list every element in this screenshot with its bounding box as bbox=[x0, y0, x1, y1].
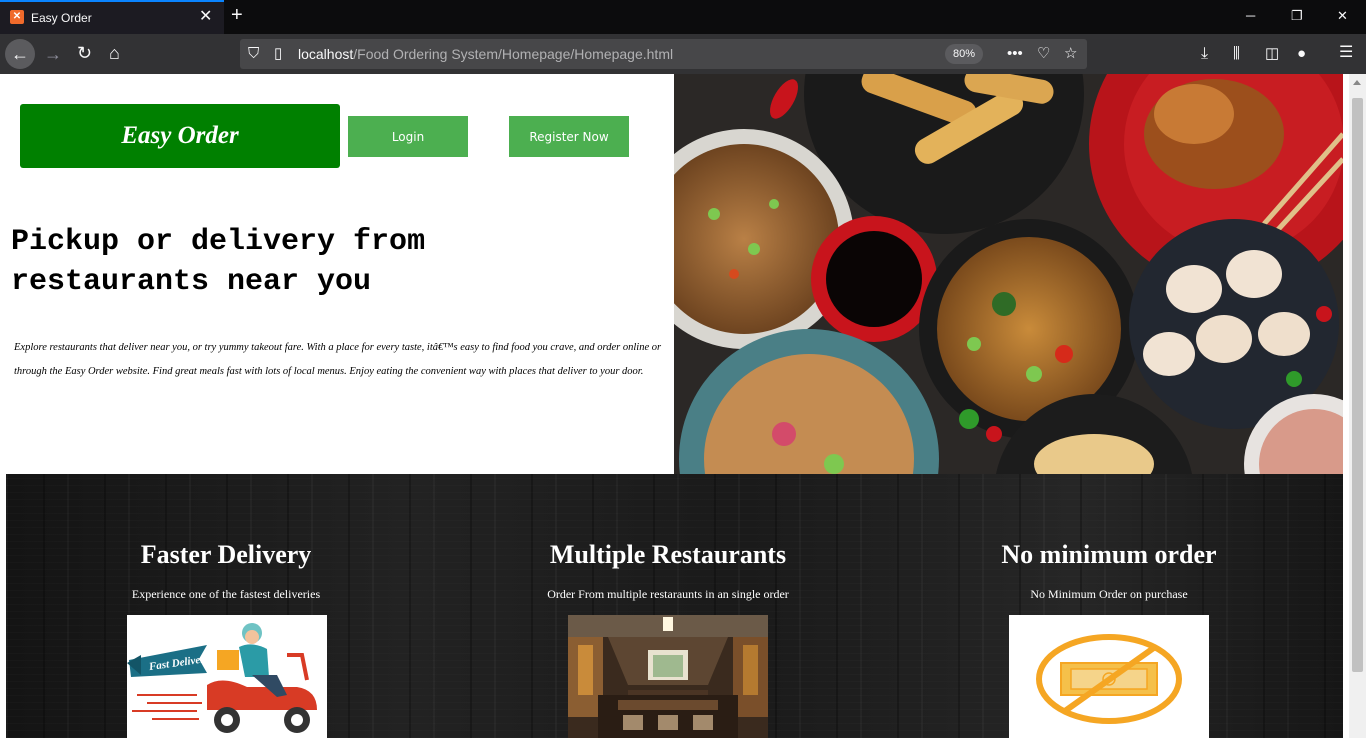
library-icon[interactable]: ⫼ bbox=[1233, 45, 1240, 63]
home-icon[interactable]: ⌂ bbox=[109, 44, 120, 62]
no-minimum-icon bbox=[1009, 615, 1209, 738]
scroll-thumb[interactable] bbox=[1352, 98, 1363, 672]
page-viewport: Easy Order Login Register Now Pickup or … bbox=[0, 74, 1349, 738]
tracking-shield-icon[interactable]: ⛉ bbox=[248, 39, 259, 69]
url-text[interactable]: localhost/Food Ordering System/Homepage/… bbox=[298, 46, 673, 62]
xampp-favicon-icon: ✕ bbox=[10, 10, 24, 24]
pocket-icon[interactable]: ♡ bbox=[1037, 39, 1050, 69]
feature-subtitle: Order From multiple restaraunts in an si… bbox=[547, 587, 789, 601]
register-button[interactable]: Register Now bbox=[509, 116, 629, 157]
minimize-icon[interactable]: ─ bbox=[1246, 8, 1255, 23]
navigation-toolbar: ← → ↻ ⌂ ⛉ ▯ localhost/Food Ordering Syst… bbox=[0, 34, 1366, 74]
zoom-level[interactable]: 80% bbox=[945, 44, 983, 64]
feature-title: Multiple Restaurants bbox=[549, 540, 787, 569]
tab-bar: ✕ Easy Order ✕ + ─ ❐ ✕ bbox=[0, 0, 1366, 34]
url-host: localhost bbox=[298, 46, 354, 62]
hero-title: Pickup or delivery from restaurants near… bbox=[11, 222, 511, 302]
forward-icon[interactable]: → bbox=[44, 45, 62, 63]
page-scrollbar[interactable] bbox=[1349, 74, 1366, 738]
feature-title: Faster Delivery bbox=[140, 540, 312, 569]
feature-subtitle: No Minimum Order on purchase bbox=[1030, 587, 1188, 601]
restore-icon[interactable]: ❐ bbox=[1291, 8, 1303, 24]
new-tab-icon[interactable]: + bbox=[231, 5, 243, 25]
sidebar-icon[interactable]: ◫ bbox=[1265, 45, 1279, 63]
food-hero-image bbox=[674, 74, 1343, 474]
downloads-icon[interactable]: ⤓ bbox=[1201, 45, 1208, 63]
browser-tab[interactable]: ✕ Easy Order ✕ bbox=[0, 0, 224, 34]
url-bar[interactable]: ⛉ ▯ localhost/Food Ordering System/Homep… bbox=[240, 39, 1087, 69]
login-button[interactable]: Login bbox=[348, 116, 468, 157]
menu-icon[interactable]: ☰ bbox=[1339, 44, 1353, 62]
feature-title: No minimum order bbox=[1001, 540, 1217, 569]
reload-icon[interactable]: ↻ bbox=[77, 44, 92, 62]
back-icon[interactable]: ← bbox=[5, 39, 35, 69]
account-icon[interactable]: ● bbox=[1297, 45, 1306, 63]
bookmark-star-icon[interactable]: ☆ bbox=[1064, 39, 1077, 69]
hero-title-line-1: Pickup or delivery from bbox=[11, 225, 426, 259]
window-close-icon[interactable]: ✕ bbox=[1337, 8, 1348, 24]
feature-subtitle: Experience one of the fastest deliveries bbox=[131, 587, 321, 601]
close-tab-icon[interactable]: ✕ bbox=[199, 9, 212, 25]
tab-title: Easy Order bbox=[31, 11, 92, 25]
hero-description: Explore restaurants that deliver near yo… bbox=[14, 342, 662, 377]
scroll-up-arrow-icon[interactable] bbox=[1353, 80, 1361, 85]
features-section: Faster Delivery Experience one of the fa… bbox=[6, 474, 1343, 738]
brand-logo[interactable]: Easy Order bbox=[20, 104, 340, 168]
page-actions-icon[interactable]: ••• bbox=[1007, 39, 1023, 69]
page-info-icon[interactable]: ▯ bbox=[274, 39, 282, 69]
hero-title-line-2: restaurants near you bbox=[11, 265, 372, 299]
fast-delivery-image: Fast Delivery bbox=[127, 615, 327, 738]
url-path: /Food Ordering System/Homepage/Homepage.… bbox=[353, 46, 674, 62]
restaurant-interior-image bbox=[568, 615, 768, 738]
